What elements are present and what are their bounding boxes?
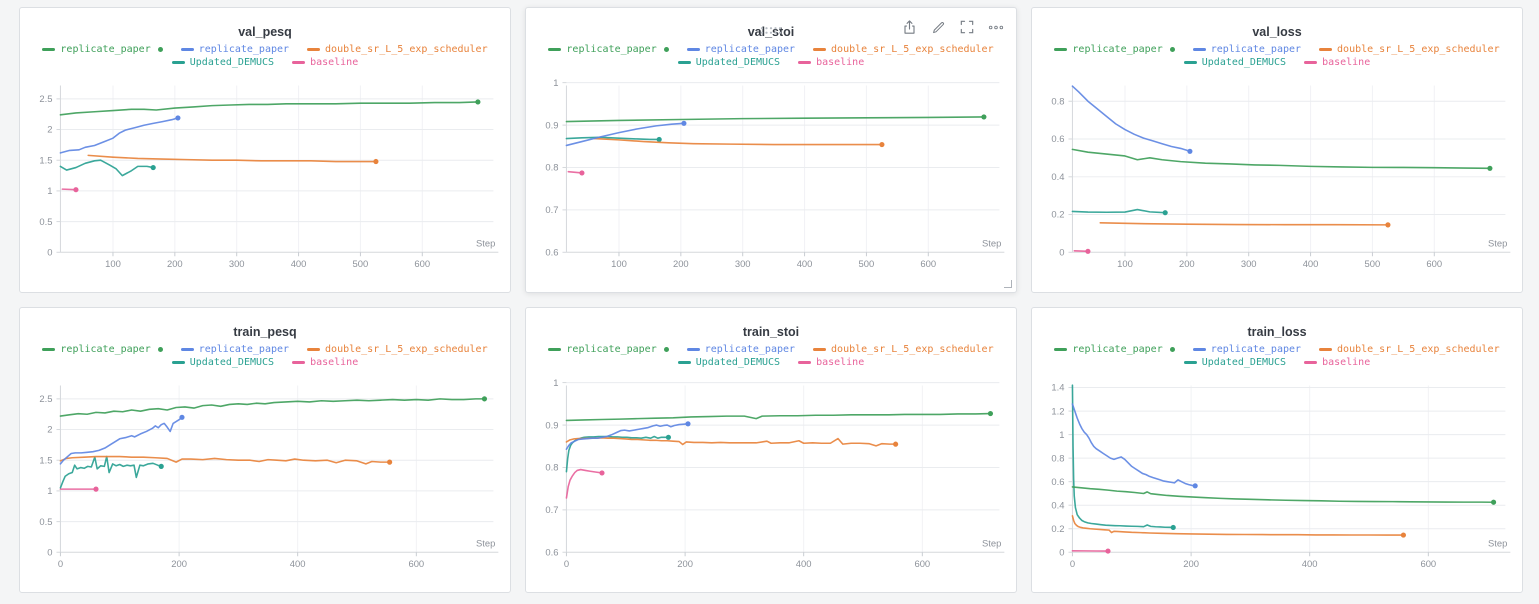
svg-text:400: 400 <box>1303 258 1319 269</box>
svg-text:200: 200 <box>677 558 693 569</box>
svg-text:300: 300 <box>229 258 245 269</box>
svg-text:200: 200 <box>673 258 689 269</box>
svg-text:Step: Step <box>476 537 495 548</box>
panel-controls <box>526 8 1016 42</box>
svg-text:400: 400 <box>796 558 812 569</box>
svg-text:0: 0 <box>58 558 63 569</box>
svg-text:200: 200 <box>167 258 183 269</box>
svg-text:0.4: 0.4 <box>1051 499 1064 510</box>
svg-text:1.5: 1.5 <box>39 454 52 465</box>
resize-handle-icon[interactable] <box>1004 280 1012 288</box>
svg-text:Step: Step <box>982 237 1001 248</box>
chart-panel-val_pesq[interactable]: val_pesq replicate_paperreplicate_paperd… <box>19 7 511 293</box>
chart-plot-area[interactable]: 0 0.5 1 1.5 2 2.5 0 200 400 600 Step <box>20 308 510 592</box>
svg-text:0.2: 0.2 <box>1051 523 1064 534</box>
svg-text:400: 400 <box>1302 558 1318 569</box>
svg-text:400: 400 <box>797 258 813 269</box>
svg-text:500: 500 <box>1365 258 1381 269</box>
svg-text:0.2: 0.2 <box>1051 209 1064 220</box>
svg-text:600: 600 <box>414 258 430 269</box>
svg-text:2: 2 <box>47 424 52 435</box>
svg-text:0.9: 0.9 <box>545 119 558 130</box>
svg-text:100: 100 <box>105 258 121 269</box>
svg-text:0.9: 0.9 <box>545 419 558 430</box>
svg-text:0: 0 <box>1059 246 1064 257</box>
svg-text:0.5: 0.5 <box>39 216 52 227</box>
svg-text:1: 1 <box>1059 429 1064 440</box>
control-buttons <box>901 19 1004 35</box>
svg-text:Step: Step <box>982 537 1001 548</box>
svg-text:0.6: 0.6 <box>1051 476 1064 487</box>
svg-text:0.8: 0.8 <box>545 162 558 173</box>
more-options-icon[interactable] <box>988 19 1004 35</box>
svg-text:2: 2 <box>47 124 52 135</box>
chart-plot-area[interactable]: 0.6 0.7 0.8 0.9 1 100 200 300 400 500 600 Step <box>526 8 1016 292</box>
chart-panel-train_stoi[interactable]: train_stoi replicate_paperreplicate_pape… <box>525 307 1017 593</box>
chart-plot-area[interactable]: 0.6 0.7 0.8 0.9 1 0 200 400 600 Step <box>526 308 1016 592</box>
svg-text:0.4: 0.4 <box>1051 171 1064 182</box>
drag-handle-icon[interactable] <box>760 22 782 40</box>
svg-text:0.8: 0.8 <box>545 462 558 473</box>
svg-text:100: 100 <box>1117 258 1133 269</box>
svg-text:1: 1 <box>47 485 52 496</box>
svg-text:0.7: 0.7 <box>545 204 558 215</box>
svg-text:2.5: 2.5 <box>39 393 52 404</box>
svg-text:600: 600 <box>920 258 936 269</box>
svg-text:0: 0 <box>47 246 52 257</box>
svg-text:0: 0 <box>1070 558 1075 569</box>
svg-text:1: 1 <box>553 377 558 388</box>
svg-text:600: 600 <box>1426 258 1442 269</box>
svg-text:0.6: 0.6 <box>545 246 558 257</box>
svg-text:Step: Step <box>1488 237 1507 248</box>
svg-text:500: 500 <box>859 258 875 269</box>
svg-text:Step: Step <box>476 237 495 248</box>
svg-text:600: 600 <box>914 558 930 569</box>
svg-text:1.4: 1.4 <box>1051 382 1064 393</box>
charts-dashboard: val_pesq replicate_paperreplicate_paperd… <box>0 0 1539 604</box>
chart-panel-val_loss[interactable]: val_loss replicate_paperreplicate_paperd… <box>1031 7 1523 293</box>
svg-text:400: 400 <box>290 558 306 569</box>
svg-text:1.2: 1.2 <box>1051 405 1064 416</box>
svg-text:200: 200 <box>1183 558 1199 569</box>
svg-text:100: 100 <box>611 258 627 269</box>
svg-text:2.5: 2.5 <box>39 93 52 104</box>
svg-text:600: 600 <box>1420 558 1436 569</box>
svg-text:1.5: 1.5 <box>39 154 52 165</box>
svg-text:200: 200 <box>1179 258 1195 269</box>
svg-text:500: 500 <box>353 258 369 269</box>
svg-text:0: 0 <box>47 546 52 557</box>
svg-text:1: 1 <box>553 77 558 88</box>
svg-text:0: 0 <box>564 558 569 569</box>
svg-text:1: 1 <box>47 185 52 196</box>
svg-text:Step: Step <box>1488 537 1507 548</box>
chart-panel-val_stoi[interactable]: val_stoi replicate_paperreplicate_paperd… <box>525 7 1017 293</box>
svg-text:600: 600 <box>408 558 424 569</box>
svg-text:0.6: 0.6 <box>1051 133 1064 144</box>
svg-text:0: 0 <box>1059 546 1064 557</box>
chart-plot-area[interactable]: 0 0.5 1 1.5 2 2.5 100 200 300 400 500 600 Step <box>20 8 510 292</box>
svg-text:300: 300 <box>735 258 751 269</box>
svg-text:0.8: 0.8 <box>1051 95 1064 106</box>
chart-panel-train_pesq[interactable]: train_pesq replicate_paperreplicate_pape… <box>19 307 511 593</box>
chart-plot-area[interactable]: 0 0.2 0.4 0.6 0.8 100 200 300 400 500 600 Step <box>1032 8 1522 292</box>
edit-icon[interactable] <box>930 19 946 35</box>
chart-panel-train_loss[interactable]: train_loss replicate_paperreplicate_pape… <box>1031 307 1523 593</box>
svg-text:0.8: 0.8 <box>1051 452 1064 463</box>
svg-text:400: 400 <box>291 258 307 269</box>
svg-text:300: 300 <box>1241 258 1257 269</box>
chart-plot-area[interactable]: 0 0.2 0.4 0.6 0.8 1 1.2 1.4 0 200 400 600 Step <box>1032 308 1522 592</box>
svg-text:0.7: 0.7 <box>545 504 558 515</box>
svg-text:0.6: 0.6 <box>545 546 558 557</box>
svg-text:0.5: 0.5 <box>39 516 52 527</box>
svg-text:200: 200 <box>171 558 187 569</box>
fullscreen-icon[interactable] <box>959 19 975 35</box>
export-icon[interactable] <box>901 19 917 35</box>
